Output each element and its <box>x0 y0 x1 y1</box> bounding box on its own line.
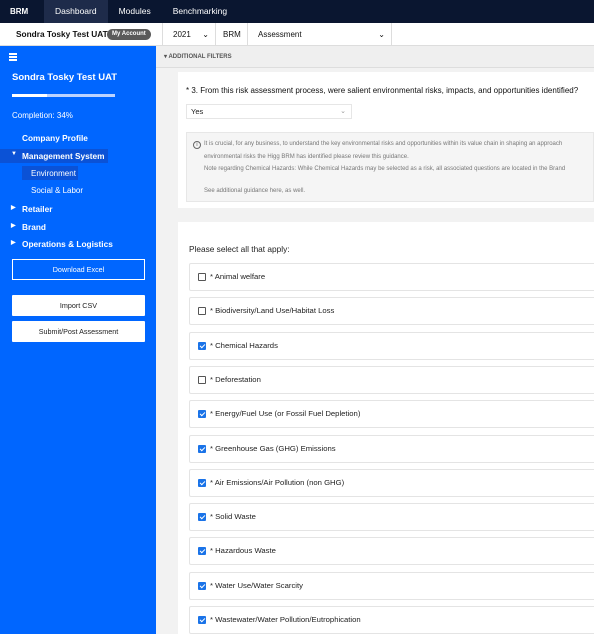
option-checkbox[interactable] <box>198 410 206 419</box>
top-nav: BRM Dashboard Modules Benchmarking <box>0 0 594 23</box>
guidance-box: i It is crucial, for any business, to un… <box>186 132 594 202</box>
option-row[interactable]: * Air Emissions/Air Pollution (non GHG) <box>189 468 594 497</box>
nav-modules[interactable]: Modules <box>108 0 162 23</box>
sidebar-item-label: Management System <box>22 151 105 161</box>
option-row[interactable]: * Deforestation <box>189 365 594 394</box>
additional-filters-bar[interactable]: ▾ ADDITIONAL FILTERS <box>156 46 594 68</box>
sidebar-item-label: Retailer <box>22 204 53 214</box>
guidance-line: It is crucial, for any business, to unde… <box>204 141 563 147</box>
chevron-down-icon: ⌄ <box>378 30 385 39</box>
option-row[interactable]: * Wastewater/Water Pollution/Eutrophicat… <box>189 606 594 634</box>
answer-value: Yes <box>191 107 204 116</box>
caret-right-icon: ▶ <box>11 205 16 211</box>
option-label: * Biodiversity/Land Use/Habitat Loss <box>210 306 335 316</box>
guidance-line: Note regarding Chemical Hazards: While C… <box>204 166 566 172</box>
caret-right-icon: ▶ <box>11 240 16 246</box>
my-account-badge[interactable]: My Account <box>107 29 151 40</box>
sidebar-item-brand[interactable]: ▶ Brand <box>11 222 46 232</box>
sidebar-item-social-labor[interactable]: Social & Labor <box>31 186 83 195</box>
sidebar-item-retailer[interactable]: ▶ Retailer <box>11 204 53 214</box>
account-name: Sondra Tosky Test UAT <box>16 29 108 39</box>
option-label: * Greenhouse Gas (GHG) Emissions <box>210 443 336 453</box>
import-csv-button[interactable]: Import CSV <box>12 295 145 316</box>
option-label: * Animal welfare <box>210 272 266 281</box>
assessment-select[interactable]: Assessment ⌄ <box>247 23 392 46</box>
guidance-link[interactable]: See additional guidance here, as well. <box>204 188 305 194</box>
option-label: * Water Use/Water Scarcity <box>210 580 303 590</box>
select-instruction: Please select all that apply: <box>189 244 290 254</box>
brand-logo[interactable]: BRM <box>0 0 44 23</box>
option-checkbox[interactable] <box>198 273 206 281</box>
sidebar-item-company-profile[interactable]: Company Profile <box>22 133 88 143</box>
option-label: * Wastewater/Water Pollution/Eutrophicat… <box>210 615 361 624</box>
info-icon: i <box>193 141 201 149</box>
sub-header: Sondra Tosky Test UAT My Account 2021 ⌄ … <box>0 23 594 46</box>
download-excel-button[interactable]: Download Excel <box>12 259 145 280</box>
option-row[interactable]: * Biodiversity/Land Use/Habitat Loss <box>189 297 594 326</box>
chevron-down-icon: ⌄ <box>202 30 209 39</box>
sidebar-item-operations-logistics[interactable]: ▶ Operations & Logistics <box>11 239 113 249</box>
sidebar-title: Sondra Tosky Test UAT <box>12 72 118 83</box>
additional-filters-label: ▾ ADDITIONAL FILTERS <box>164 54 232 60</box>
option-label: * Hazardous Waste <box>210 546 276 556</box>
option-checkbox[interactable] <box>198 341 206 350</box>
nav-dashboard[interactable]: Dashboard <box>44 0 108 23</box>
question-text: * 3. From this risk assessment process, … <box>186 86 579 95</box>
option-label: * Solid Waste <box>210 512 256 522</box>
sidebar-item-label: Operations & Logistics <box>22 239 113 249</box>
option-row[interactable]: * Chemical Hazards <box>189 331 594 360</box>
options-card: Please select all that apply: * Animal w… <box>178 222 594 634</box>
option-checkbox[interactable] <box>198 616 206 624</box>
option-row[interactable]: * Energy/Fuel Use (or Fossil Fuel Deplet… <box>189 400 594 429</box>
option-checkbox[interactable] <box>198 375 206 384</box>
option-checkbox[interactable] <box>198 478 206 487</box>
option-row[interactable]: * Hazardous Waste <box>189 537 594 566</box>
option-label: * Deforestation <box>210 374 261 384</box>
option-checkbox[interactable] <box>198 307 206 316</box>
submit-assessment-button[interactable]: Submit/Post Assessment <box>12 321 145 342</box>
nav-benchmarking[interactable]: Benchmarking <box>162 0 238 23</box>
caret-right-icon: ▶ <box>11 223 16 229</box>
progress-fill <box>12 94 48 97</box>
option-row[interactable]: * Animal welfare <box>189 263 594 291</box>
sidebar-item-label: Brand <box>22 222 46 232</box>
answer-select[interactable]: Yes ⌄ <box>186 104 352 119</box>
menu-icon[interactable] <box>9 53 17 62</box>
question-card: * 3. From this risk assessment process, … <box>178 72 594 208</box>
sidebar-item-environment[interactable]: Environment <box>31 169 76 178</box>
completion-text: Completion: 34% <box>12 111 73 120</box>
guidance-line: environmental risks the Higg BRM has ide… <box>204 154 409 160</box>
sidebar: Sondra Tosky Test UAT Completion: 34% Co… <box>0 46 156 634</box>
option-checkbox[interactable] <box>198 581 206 590</box>
option-checkbox[interactable] <box>198 444 206 453</box>
chevron-down-icon: ⌄ <box>340 108 346 115</box>
year-select[interactable]: 2021 ⌄ <box>162 23 215 46</box>
option-label: * Energy/Fuel Use (or Fossil Fuel Deplet… <box>210 409 361 419</box>
year-value: 2021 <box>173 30 191 39</box>
option-row[interactable]: * Water Use/Water Scarcity <box>189 571 594 600</box>
caret-down-icon: ▼ <box>11 151 17 157</box>
option-label: * Chemical Hazards <box>210 340 278 350</box>
option-row[interactable]: * Greenhouse Gas (GHG) Emissions <box>189 434 594 463</box>
option-checkbox[interactable] <box>198 547 206 556</box>
sidebar-item-management-system[interactable]: ▼ Management System <box>11 151 105 161</box>
module-select[interactable]: BRM <box>215 23 247 46</box>
option-label: * Air Emissions/Air Pollution (non GHG) <box>210 477 345 487</box>
assessment-value: Assessment <box>258 30 302 39</box>
option-checkbox[interactable] <box>198 513 206 522</box>
completion-progress-bar <box>12 94 115 97</box>
option-row[interactable]: * Solid Waste <box>189 503 594 532</box>
module-value: BRM <box>223 30 241 39</box>
